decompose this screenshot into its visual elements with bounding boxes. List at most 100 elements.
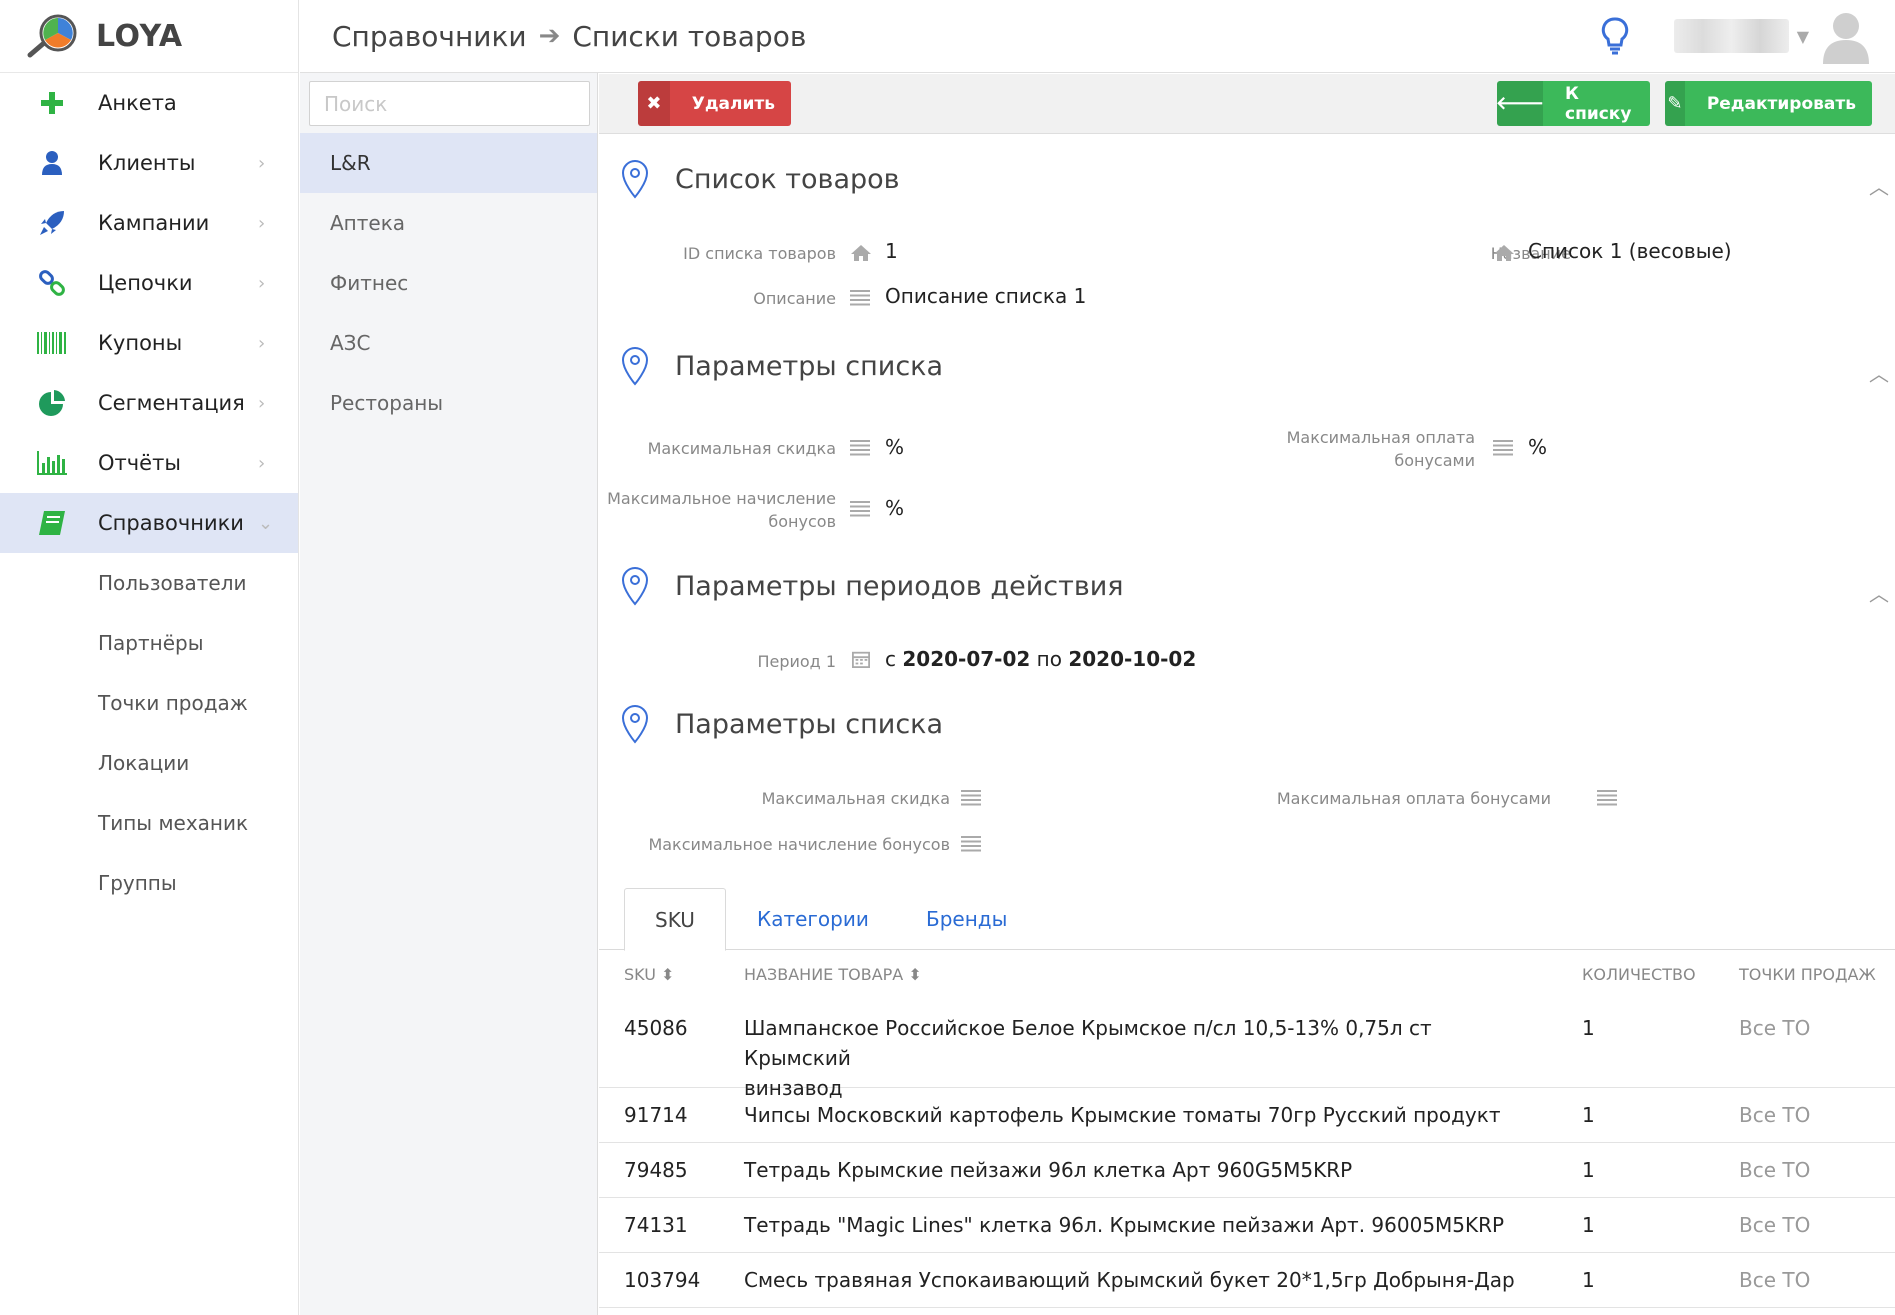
cell-points-of-sale: Все ТО [1739,1158,1811,1182]
chevron-right-icon: › [258,392,266,414]
tab-brands[interactable]: Бренды [926,888,1007,950]
field-label-period: Период 1 [757,652,836,671]
sidebar-subitem-locations[interactable]: Локации [0,733,298,793]
chevron-up-icon[interactable]: ︿ [1869,358,1889,387]
section-header-periods: Параметры периодов действия [619,566,1124,606]
section-header-list: Список товаров [619,159,900,199]
section-header-params: Параметры списка [619,346,943,386]
list-item-lr[interactable]: L&R [300,133,597,193]
section-title: Параметры списка [675,708,944,740]
sidebar-item-clients[interactable]: Клиенты › [0,133,298,193]
cell-name: Тетрадь Крымские пейзажи 96л клетка Арт … [744,1158,1353,1182]
top-header: Справочники ➔ Списки товаров ▼ [300,0,1895,73]
cell-quantity: 1 [1582,1016,1595,1040]
sidebar-item-segmentation[interactable]: Сегментация › [0,373,298,433]
cell-quantity: 1 [1582,1103,1595,1127]
cell-quantity: 1 [1582,1213,1595,1237]
text-lines-icon [850,440,872,458]
edit-button[interactable]: ✎ Редактировать [1665,81,1872,126]
breadcrumb: Справочники ➔ Списки товаров [332,20,806,53]
arrow-right-icon: ➔ [538,21,561,51]
field-value-period: с 2020-07-02 по 2020-10-02 [885,647,1197,671]
cell-quantity: 1 [1582,1158,1595,1182]
table-header: SKU ⬍ НАЗВАНИЕ ТОВАРА ⬍ КОЛИЧЕСТВО ТОЧКИ… [599,951,1895,1001]
breadcrumb-current: Списки товаров [572,19,807,53]
tab-sku[interactable]: SKU [624,888,726,951]
map-pin-icon [621,159,649,199]
section-title: Список товаров [675,163,900,195]
cell-name: Тетрадь "Magic Lines" клетка 96л. Крымск… [744,1213,1505,1237]
pencil-icon: ✎ [1665,81,1685,126]
text-lines-icon [961,790,983,808]
sidebar-item-coupons[interactable]: Купоны › [0,313,298,373]
text-lines-icon [1493,440,1515,458]
calendar-icon [852,651,870,668]
sidebar-item-directories[interactable]: Справочники ⌄ [0,493,298,553]
sidebar-subitem-users[interactable]: Пользователи [0,553,298,613]
pie-chart-icon [36,387,68,419]
sidebar-item-reports[interactable]: Отчёты › [0,433,298,493]
back-to-list-button[interactable]: 🡐 К списку [1496,81,1650,126]
sidebar-item-chains[interactable]: Цепочки › [0,253,298,313]
chevron-up-icon[interactable]: ︿ [1869,171,1889,200]
sidebar-item-label: Отчёты [98,451,181,475]
home-icon [851,245,871,261]
table-row[interactable]: 79485 Тетрадь Крымские пейзажи 96л клетк… [599,1143,1895,1198]
cell-points-of-sale: Все ТО [1739,1016,1811,1040]
sidebar-item-anketa[interactable]: Анкета [0,73,298,133]
sidebar-subitem-partners[interactable]: Партнёры [0,613,298,673]
delete-button[interactable]: ✖ Удалить [638,81,791,126]
user-icon [36,147,68,179]
section-header-params-2: Параметры списка [619,704,943,744]
sidebar-subitem-mechanic-types[interactable]: Типы механик [0,793,298,853]
lightbulb-icon[interactable] [1598,16,1632,56]
tab-categories[interactable]: Категории [757,888,869,950]
chevron-right-icon: › [258,152,266,174]
username-blurred[interactable] [1673,19,1789,53]
field-label-id: ID списка товаров [683,244,836,263]
map-pin-icon [621,704,649,744]
column-header-name[interactable]: НАЗВАНИЕ ТОВАРА ⬍ [744,965,922,984]
barcode-icon [36,327,68,359]
rocket-icon [36,207,68,239]
chevron-up-icon[interactable]: ︿ [1869,578,1889,607]
search-input[interactable] [309,81,590,126]
table-row[interactable]: 45086 Шампанское Российское Белое Крымск… [599,1001,1895,1100]
list-item-gas-station[interactable]: АЗС [300,313,597,373]
cell-sku: 79485 [624,1158,688,1182]
cell-name: Смесь травяная Успокаивающий Крымский бу… [744,1268,1515,1292]
book-icon [36,507,68,539]
sidebar-subitem-groups[interactable]: Группы [0,853,298,913]
sidebar-item-campaigns[interactable]: Кампании › [0,193,298,253]
breadcrumb-parent[interactable]: Справочники [332,20,527,53]
cell-sku: 91714 [624,1103,688,1127]
text-lines-icon [850,501,872,519]
caret-down-icon[interactable]: ▼ [1797,27,1809,46]
sidebar-item-label: Анкета [98,91,177,115]
table-row[interactable]: 103794 Смесь травяная Успокаивающий Крым… [599,1253,1895,1308]
avatar[interactable] [1821,8,1871,64]
field-label-max-bonus-accrual: Максимальное начисление бонусов [607,489,836,531]
field-value-id: 1 [885,239,898,263]
field-value-name: Список 1 (весовые) [1528,239,1732,263]
chevron-right-icon: › [258,332,266,354]
plus-icon [36,87,68,119]
list-item-restaurants[interactable]: Рестораны [300,373,597,433]
sidebar-item-label: Клиенты [98,151,196,175]
sidebar-subitem-points-of-sale[interactable]: Точки продаж [0,673,298,733]
close-icon: ✖ [638,81,670,126]
sidebar-item-label: Кампании [98,211,210,235]
logo-magnifier-icon [27,14,77,58]
detail-content: Список товаров ︿ ID списка товаров 1 Наз… [599,135,1895,1315]
logo[interactable]: LOYA [0,0,298,73]
sidebar-item-label: Справочники [98,511,244,535]
list-item-pharmacy[interactable]: Аптека [300,193,597,253]
field-value-max-bonus-accrual: % [885,496,905,520]
list-item-fitness[interactable]: Фитнес [300,253,597,313]
table-row[interactable]: 91714 Чипсы Московский картофель Крымски… [599,1088,1895,1143]
text-lines-icon [850,290,872,308]
map-pin-icon [621,566,649,606]
table-row[interactable]: 74131 Тетрадь "Magic Lines" клетка 96л. … [599,1198,1895,1253]
column-header-sku[interactable]: SKU ⬍ [624,965,674,984]
map-pin-icon [621,346,649,386]
